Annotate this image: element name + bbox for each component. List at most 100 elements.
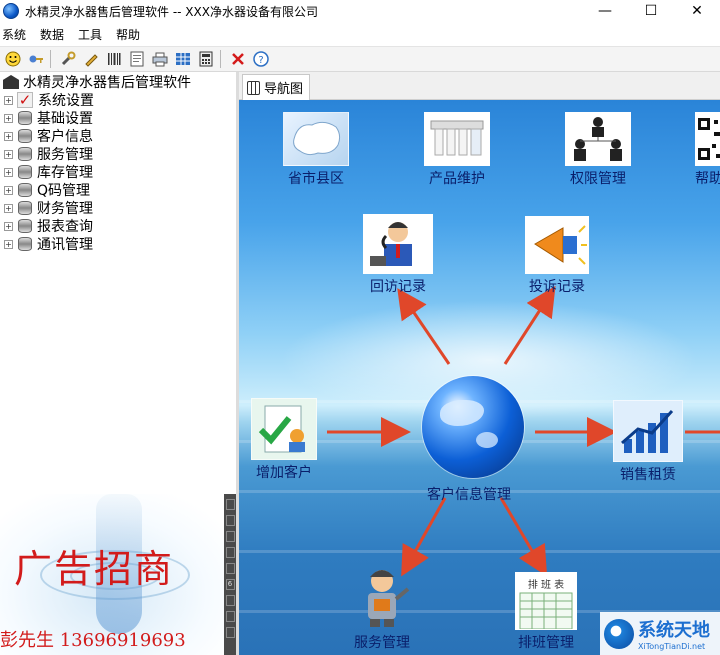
ad-page-dot[interactable] [225,627,235,638]
barcode-icon[interactable] [104,49,124,69]
navigation-map: 省市县区 产品维护 权限管理 帮助 回访记录 投诉记录 增加客户 客户信息管理 … [239,100,720,655]
tree-item-basic-settings[interactable]: + 基础设置 [0,109,236,127]
tab-navigation-map[interactable]: 导航图 [242,74,310,100]
svg-text:?: ? [258,55,263,66]
tree-item-inventory[interactable]: + 库存管理 [0,163,236,181]
tree-root[interactable]: 水精灵净水器售后管理软件 [0,73,236,91]
nav-help[interactable]: 帮助 [695,112,720,188]
tab-label: 导航图 [264,82,304,97]
report-icon[interactable] [127,49,147,69]
ad-page-dot[interactable] [225,563,235,574]
maximize-button[interactable]: ☐ [628,0,674,22]
check-icon: ✓ [17,91,33,109]
database-icon [18,183,32,197]
print-icon[interactable] [150,49,170,69]
tree-item-customer-info[interactable]: + 客户信息 [0,127,236,145]
schedule-table-icon: 排 班 表 [515,572,577,630]
globe-icon[interactable] [422,376,524,478]
china-map-icon [283,112,349,166]
tree-item-communication[interactable]: + 通讯管理 [0,235,236,253]
site-watermark: 系统天地 XiTongTianDi.net [600,612,720,655]
nav-label: 服务管理 [354,635,410,651]
phone-operator-icon [363,214,433,274]
key-icon[interactable] [26,49,46,69]
minimize-button[interactable]: — [582,0,628,22]
pencil-icon[interactable] [81,49,101,69]
help-icon[interactable]: ? [251,49,271,69]
expand-icon[interactable]: + [4,113,13,123]
building-icon [3,75,19,89]
database-icon [18,237,32,251]
tree-item-label: 库存管理 [37,165,93,181]
tab-strip: 导航图 [239,72,720,100]
menu-tools[interactable]: 工具 [78,26,102,43]
nav-province[interactable]: 省市县区 [283,112,349,188]
tree-item-service-management[interactable]: + 服务管理 [0,145,236,163]
ad-page-dot[interactable] [225,515,235,526]
nav-add-customer[interactable]: 增加客户 [251,398,317,482]
tree-item-system-settings[interactable]: + ✓ 系统设置 [0,91,236,109]
menu-data[interactable]: 数据 [40,26,64,43]
database-icon [18,219,32,233]
nav-customer-info-label[interactable]: 客户信息管理 [427,484,511,504]
nav-product[interactable]: 产品维护 [424,112,490,188]
table-icon[interactable] [173,49,193,69]
title-bar: 水精灵净水器售后管理软件 -- XXX净水器设备有限公司 — ☐ ✕ [0,0,720,22]
toolbar-separator [50,50,51,68]
tree-item-qcode[interactable]: + Q码管理 [0,181,236,199]
toolbar: ? [0,46,720,72]
nav-sales-rent[interactable]: 销售租赁 [613,400,683,484]
megaphone-icon [525,216,589,274]
menu-help[interactable]: 帮助 [116,26,140,43]
ad-page-dot[interactable] [225,547,235,558]
ad-page-dot[interactable] [225,611,235,622]
ad-page-dot[interactable] [225,531,235,542]
database-icon [18,201,32,215]
close-red-icon[interactable] [228,49,248,69]
nav-complaint[interactable]: 投诉记录 [525,216,589,296]
ad-page-dot[interactable] [225,499,235,510]
expand-icon[interactable]: + [4,203,13,213]
watermark-text: 系统天地 XiTongTianDi.net [638,616,710,651]
wrench-icon[interactable] [58,49,78,69]
nav-label: 增加客户 [256,465,312,481]
nav-service[interactable]: 服务管理 [351,564,413,652]
sales-chart-icon [613,400,683,462]
menu-bar: 系统 数据 工具 帮助 [0,24,720,44]
nav-permission[interactable]: 权限管理 [565,112,631,188]
ad-page-dot[interactable] [225,595,235,606]
nav-schedule[interactable]: 排 班 表 排班管理 [515,572,577,652]
expand-icon[interactable]: + [4,131,13,141]
close-button[interactable]: ✕ [674,0,720,22]
tree-item-label: 通讯管理 [37,237,93,253]
ad-pager: 6 [224,494,236,655]
tree-item-finance[interactable]: + 财务管理 [0,199,236,217]
add-customer-icon [251,398,317,460]
menu-system[interactable]: 系统 [2,26,26,43]
qr-code-icon [695,112,720,166]
ad-page-current[interactable]: 6 [225,579,235,590]
ad-contact: 彭先生 13696919693 [0,630,186,651]
expand-icon[interactable]: + [4,149,13,159]
tree-item-label: 财务管理 [37,201,93,217]
expand-icon[interactable]: + [4,185,13,195]
database-icon [18,129,32,143]
watermark-sub: XiTongTianDi.net [638,642,706,651]
expand-icon[interactable]: + [4,239,13,249]
nav-label: 投诉记录 [529,279,585,295]
window-title: 水精灵净水器售后管理软件 -- XXX净水器设备有限公司 [25,4,318,19]
watermark-main: 系统天地 [638,620,710,641]
calculator-icon[interactable] [196,49,216,69]
window-controls: — ☐ ✕ [582,0,720,22]
expand-icon[interactable]: + [4,95,13,105]
nav-callback[interactable]: 回访记录 [363,214,433,296]
ad-banner[interactable]: 广告招商 彭先生 13696919693 6 [0,494,236,655]
tree-item-reports[interactable]: + 报表查询 [0,217,236,235]
expand-icon[interactable]: + [4,221,13,231]
nav-label: 销售租赁 [620,467,676,483]
tree-item-label: 服务管理 [37,147,93,163]
expand-icon[interactable]: + [4,167,13,177]
tree-item-label: 基础设置 [37,111,93,127]
smile-icon[interactable] [3,49,23,69]
globe-landmass [440,400,484,426]
